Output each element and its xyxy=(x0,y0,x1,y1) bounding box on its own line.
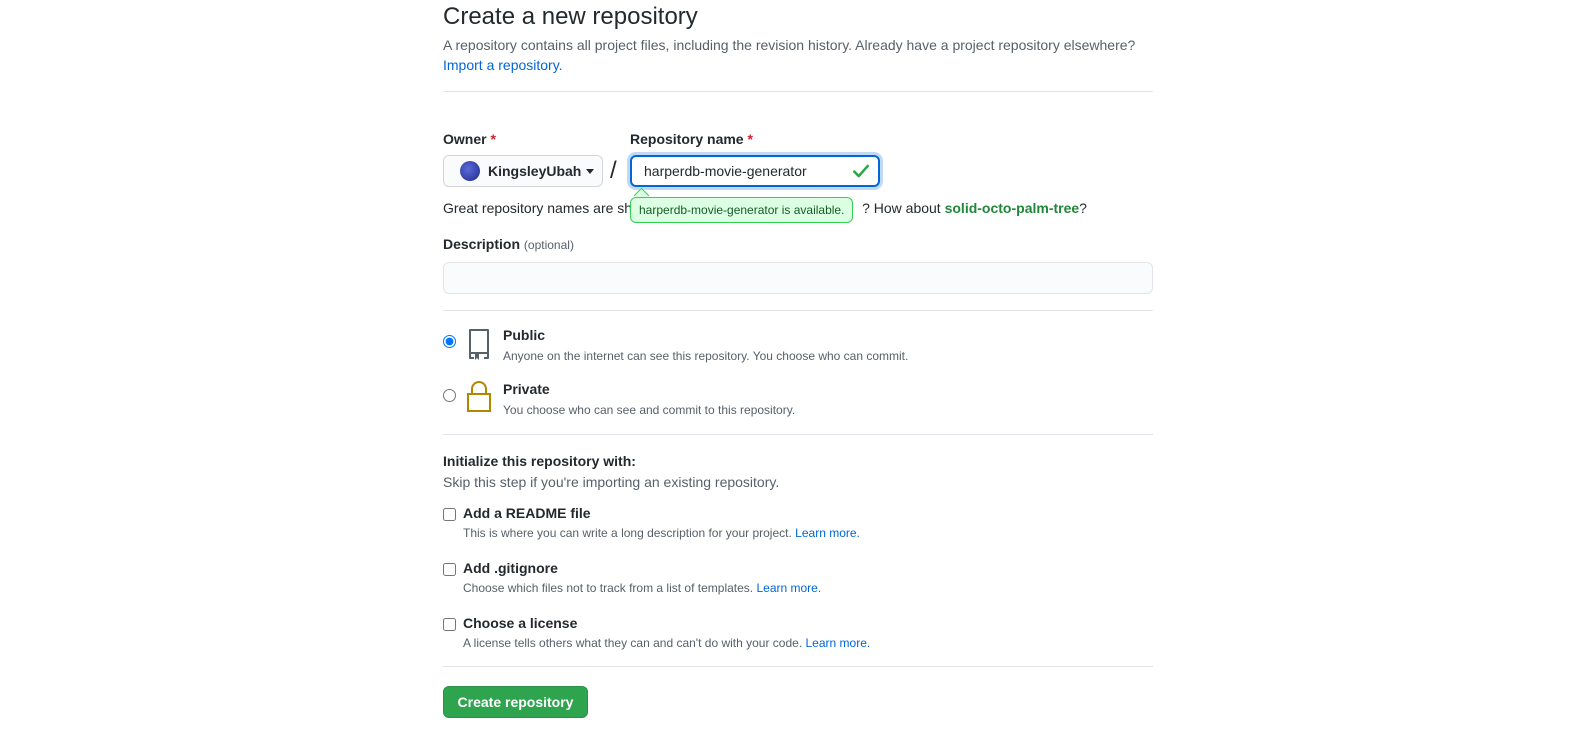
repo-book-icon xyxy=(469,329,489,360)
import-repository-link[interactable]: Import a repository. xyxy=(443,55,563,75)
page-title: Create a new repository xyxy=(443,3,698,30)
required-mark: * xyxy=(490,131,496,147)
license-note: A license tells others what they can and… xyxy=(463,636,870,650)
description-label-text: Description xyxy=(443,236,521,252)
public-radio[interactable] xyxy=(443,335,456,348)
lock-icon xyxy=(467,381,491,412)
repo-name-label: Repository name * xyxy=(630,129,753,149)
create-repository-button[interactable]: Create repository xyxy=(443,686,588,718)
readme-learn-more-link[interactable]: Learn more. xyxy=(795,526,860,540)
divider xyxy=(443,310,1153,311)
gitignore-note-text: Choose which files not to track from a l… xyxy=(463,581,754,595)
divider xyxy=(443,434,1153,435)
public-title: Public xyxy=(503,327,546,343)
readme-title: Add a README file xyxy=(463,505,591,521)
gitignore-learn-more-link[interactable]: Learn more. xyxy=(756,581,821,595)
initialize-subheading: Skip this step if you're importing an ex… xyxy=(443,474,780,490)
suggested-name-link[interactable]: solid-octo-palm-tree xyxy=(945,200,1080,216)
private-radio[interactable] xyxy=(443,389,456,402)
page-subtitle: A repository contains all project files,… xyxy=(443,37,1136,53)
hint-end: ? xyxy=(1079,200,1087,216)
repository-name-input[interactable] xyxy=(630,155,880,187)
license-note-text: A license tells others what they can and… xyxy=(463,636,803,650)
owner-label: Owner * xyxy=(443,129,496,149)
description-label: Description (optional) xyxy=(443,234,574,255)
private-note: You choose who can see and commit to thi… xyxy=(503,403,796,417)
optional-tag: (optional) xyxy=(523,238,574,252)
divider xyxy=(443,91,1153,92)
avatar xyxy=(460,161,480,181)
hint-prefix: Great repository names are sh xyxy=(443,200,633,216)
hint-suffix: ? How about xyxy=(862,200,945,216)
caret-down-icon xyxy=(586,168,595,174)
gitignore-title: Add .gitignore xyxy=(463,560,558,576)
check-icon xyxy=(853,164,869,178)
gitignore-note: Choose which files not to track from a l… xyxy=(463,581,821,595)
readme-checkbox[interactable] xyxy=(443,508,456,521)
license-learn-more-link[interactable]: Learn more. xyxy=(806,636,871,650)
divider xyxy=(443,666,1153,667)
owner-repo-separator: / xyxy=(610,157,617,184)
initialize-heading: Initialize this repository with: xyxy=(443,453,636,469)
owner-value: KingsleyUbah xyxy=(488,163,582,179)
description-input[interactable] xyxy=(443,262,1153,294)
license-title: Choose a license xyxy=(463,615,578,631)
readme-note: This is where you can write a long descr… xyxy=(463,526,860,540)
owner-dropdown-button[interactable]: KingsleyUbah xyxy=(443,155,603,187)
repo-name-label-text: Repository name xyxy=(630,131,744,147)
gitignore-checkbox[interactable] xyxy=(443,563,456,576)
readme-note-text: This is where you can write a long descr… xyxy=(463,526,792,540)
owner-label-text: Owner xyxy=(443,131,487,147)
availability-tooltip: harperdb-movie-generator is available. xyxy=(630,197,854,223)
public-note: Anyone on the internet can see this repo… xyxy=(503,349,909,363)
license-checkbox[interactable] xyxy=(443,618,456,631)
required-mark: * xyxy=(747,131,753,147)
private-title: Private xyxy=(503,381,550,397)
